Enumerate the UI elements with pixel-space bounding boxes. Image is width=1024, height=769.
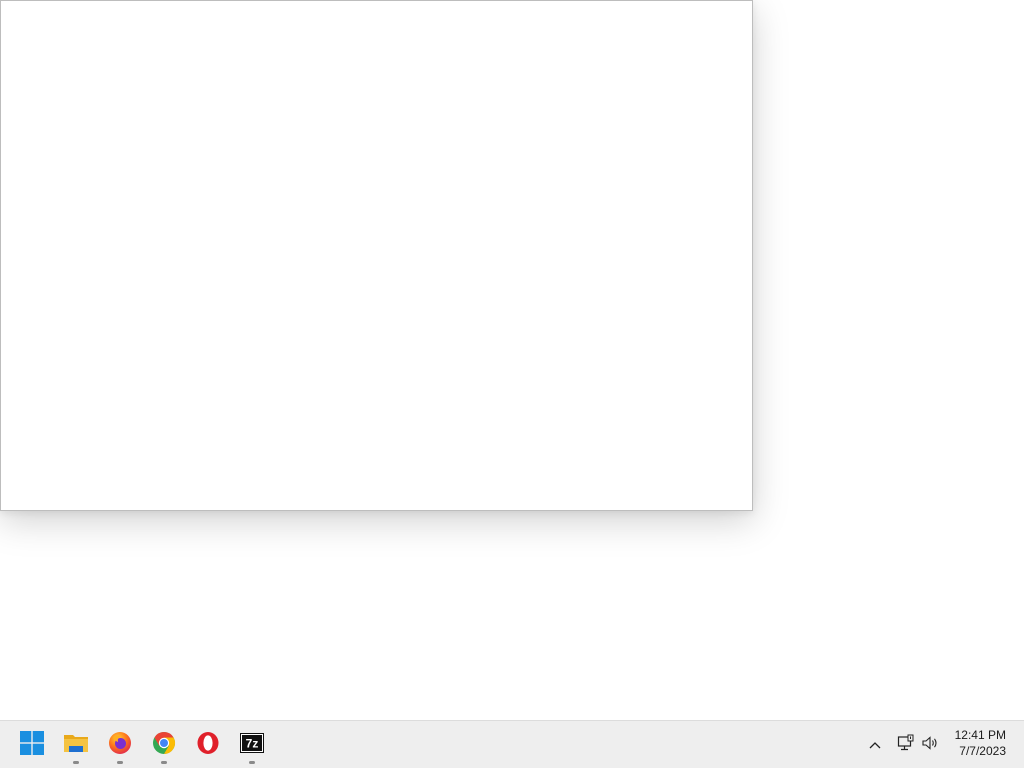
chrome-icon xyxy=(152,731,176,760)
tray-overflow-button[interactable] xyxy=(864,721,886,769)
firefox-icon xyxy=(108,731,132,760)
file-explorer-button[interactable] xyxy=(56,725,96,765)
network-icon xyxy=(897,734,915,757)
chevron-up-icon xyxy=(869,736,881,754)
opera-button[interactable] xyxy=(188,725,228,765)
volume-button[interactable] xyxy=(920,721,940,769)
7zip-button[interactable]: 7z xyxy=(232,725,272,765)
clock-date: 7/7/2023 xyxy=(959,744,1006,758)
taskbar: 7z 12:41 PM 7/7/2023 xyxy=(0,720,1024,768)
running-indicator xyxy=(73,761,79,764)
chrome-button[interactable] xyxy=(144,725,184,765)
running-indicator xyxy=(249,761,255,764)
7zip-icon: 7z xyxy=(240,732,264,758)
clock-time: 12:41 PM xyxy=(954,728,1006,742)
firefox-button[interactable] xyxy=(100,725,140,765)
clock[interactable]: 12:41 PM 7/7/2023 xyxy=(955,727,1006,759)
running-indicator xyxy=(117,761,123,764)
windows-logo-icon xyxy=(20,730,44,760)
blank-window[interactable] xyxy=(0,0,753,511)
volume-icon xyxy=(921,735,939,756)
network-status-button[interactable] xyxy=(896,721,916,769)
opera-icon xyxy=(196,731,220,760)
running-indicator xyxy=(161,761,167,764)
start-button[interactable] xyxy=(12,725,52,765)
folder-icon xyxy=(63,731,89,760)
svg-text:7z: 7z xyxy=(246,736,259,750)
desktop[interactable] xyxy=(0,0,1024,720)
